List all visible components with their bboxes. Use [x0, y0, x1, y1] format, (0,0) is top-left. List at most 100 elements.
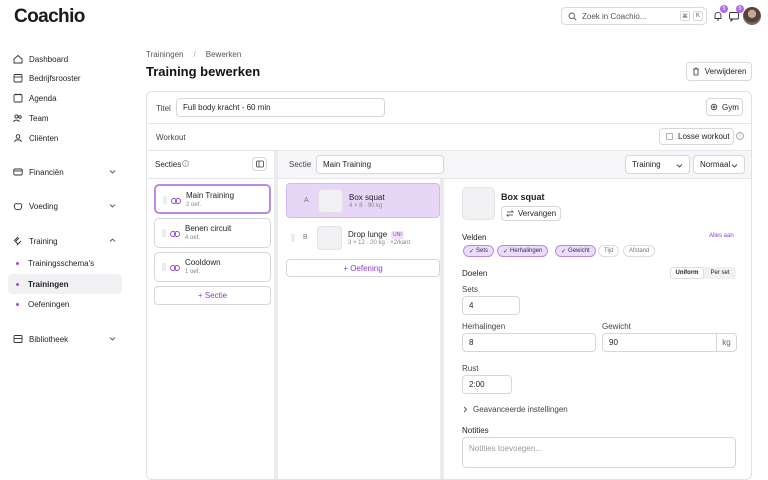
- check-icon: ✓: [503, 248, 509, 255]
- bullet-dot: [16, 303, 19, 306]
- info-icon[interactable]: i: [736, 132, 744, 140]
- sidebar-subitem-oefeningen[interactable]: Oefeningen: [8, 294, 122, 314]
- link-icon: [171, 197, 181, 204]
- field-chip-herhalingen[interactable]: ✓ Herhalingen: [497, 245, 549, 257]
- divider: [147, 123, 751, 124]
- section-mode-select[interactable]: Normaal: [693, 155, 745, 174]
- exercise-thumbnail: [317, 226, 342, 250]
- drag-handle[interactable]: [163, 196, 167, 204]
- breadcrumb: Trainingen / Bewerken: [146, 50, 241, 59]
- field-chip-tijd[interactable]: Tijd: [598, 245, 620, 257]
- breadcrumb-item: Bewerken: [205, 50, 242, 59]
- section-count: 4 oef.: [185, 235, 201, 241]
- section-label: Sectie: [289, 160, 312, 169]
- goals-label: Doelen: [462, 269, 488, 278]
- sidebar-item-voeding[interactable]: Voeding: [8, 196, 122, 216]
- sets-input[interactable]: 4: [462, 296, 520, 315]
- sidebar-item-label: Agenda: [29, 93, 57, 103]
- sidebar-subitem-trainingsschemas[interactable]: Trainingsschema's: [8, 253, 122, 273]
- app-logo: Coachio: [14, 6, 85, 27]
- info-icon[interactable]: i: [182, 160, 189, 167]
- chip-label: Sets: [476, 248, 489, 254]
- bell-icon[interactable]: 5: [712, 5, 728, 22]
- exercise-name-text: Drop lunge: [348, 230, 388, 239]
- library-icon: [13, 334, 23, 344]
- sidebar-item-financien[interactable]: Financiën: [8, 162, 122, 182]
- link-icon: [170, 230, 180, 237]
- section-type-select[interactable]: Training: [625, 155, 690, 174]
- section-name: Benen circuit: [185, 224, 232, 233]
- delete-button[interactable]: Verwijderen: [686, 62, 752, 81]
- breadcrumb-separator: /: [193, 50, 196, 59]
- reps-input[interactable]: 8: [462, 333, 596, 352]
- field-chip-afstand[interactable]: Afstand: [623, 245, 656, 257]
- section-card[interactable]: Cooldown 1 oef.: [154, 252, 271, 282]
- notification-badge: 5: [720, 5, 728, 13]
- sidebar-item-bedrijfsrooster[interactable]: Bedrijfsrooster: [8, 68, 122, 88]
- sidebar-item-training[interactable]: Training: [8, 231, 122, 251]
- section-card[interactable]: Benen circuit 4 oef.: [154, 218, 271, 248]
- add-exercise-button[interactable]: + Oefening: [286, 259, 440, 277]
- calendar-grid-icon: [13, 73, 23, 83]
- rest-input[interactable]: 2:00: [462, 375, 512, 394]
- exercise-row[interactable]: B Drop lunge UNI 3 × 12 · 20 kg · ×2/kant: [286, 221, 440, 256]
- chip-label: Herhalingen: [510, 248, 543, 254]
- search-placeholder: Zoek in Coachio...: [582, 11, 647, 21]
- toggle-panel-button[interactable]: [252, 157, 267, 171]
- goals-mode-toggle: Uniform Per set: [670, 267, 736, 279]
- advanced-settings-label: Geavanceerde instellingen: [473, 405, 568, 414]
- drag-handle[interactable]: [162, 229, 166, 237]
- sidebar-item-agenda[interactable]: Agenda: [8, 88, 122, 108]
- advanced-settings-toggle[interactable]: Geavanceerde instellingen: [462, 405, 568, 414]
- trash-icon: [692, 67, 700, 76]
- search-icon: [568, 12, 577, 21]
- field-chip-gewicht[interactable]: ✓ Gewicht: [555, 245, 596, 257]
- section-name: Cooldown: [185, 258, 221, 267]
- exercise-row[interactable]: A Box squat 4 × 8 · 90 kg: [286, 183, 440, 218]
- replace-label: Vervangen: [517, 209, 557, 218]
- section-name-input[interactable]: Main Training: [316, 155, 444, 174]
- chevron-down-icon: [109, 202, 116, 211]
- sidebar-item-clienten[interactable]: Cliënten: [8, 128, 122, 148]
- breadcrumb-item[interactable]: Trainingen: [146, 50, 184, 59]
- chevron-down-icon: [109, 335, 116, 344]
- messages-icon[interactable]: 5: [728, 5, 744, 23]
- chevron-up-icon: [109, 237, 116, 246]
- section-card[interactable]: Main Training 2 oef.: [154, 184, 271, 214]
- sidebar: Coachio Dashboard Bedrijfsrooster Agenda…: [0, 0, 132, 480]
- sidebar-item-label: Bibliotheek: [29, 334, 69, 344]
- losse-workout-checkbox[interactable]: Losse workout: [659, 128, 734, 145]
- dumbbell-icon: [13, 236, 23, 246]
- card-icon: [13, 167, 23, 177]
- sidebar-subitem-trainingen[interactable]: Trainingen: [8, 274, 122, 294]
- exercise-name-text: Box squat: [349, 193, 385, 202]
- add-section-button[interactable]: + Sectie: [154, 286, 271, 305]
- field-chip-sets[interactable]: ✓ Sets: [463, 245, 495, 257]
- link-icon: [170, 264, 180, 271]
- sidebar-item-label: Financiën: [29, 167, 64, 177]
- notes-textarea[interactable]: Notities toevoegen...: [462, 437, 736, 468]
- seg-uniform[interactable]: Uniform: [670, 267, 704, 279]
- sidebar-item-dashboard[interactable]: Dashboard: [8, 49, 122, 69]
- search-input[interactable]: Zoek in Coachio... ⌘ K: [561, 7, 707, 25]
- avatar[interactable]: [743, 7, 761, 25]
- section-count: 2 oef.: [186, 202, 202, 208]
- sidebar-item-team[interactable]: Team: [8, 108, 122, 128]
- gym-button[interactable]: Gym: [706, 98, 743, 116]
- drag-handle[interactable]: [291, 234, 295, 242]
- title-label: Titel: [156, 104, 171, 113]
- replace-button[interactable]: Vervangen: [501, 206, 561, 221]
- seg-per-set[interactable]: Per set: [704, 267, 736, 279]
- workout-label: Workout: [156, 133, 186, 142]
- exercise-letter: A: [304, 197, 309, 204]
- sidebar-item-label: Bedrijfsrooster: [29, 73, 81, 83]
- chip-label: Gewicht: [568, 248, 590, 254]
- bullet-dot: [16, 262, 19, 265]
- unilateral-badge: UNI: [391, 231, 404, 239]
- all-on-link[interactable]: Alles aan: [709, 233, 734, 239]
- weight-input[interactable]: 90 kg: [602, 333, 737, 352]
- title-input[interactable]: Full body kracht - 60 min: [176, 98, 385, 117]
- sidebar-item-bibliotheek[interactable]: Bibliotheek: [8, 329, 122, 349]
- reps-label: Herhalingen: [462, 322, 506, 331]
- drag-handle[interactable]: [162, 263, 166, 271]
